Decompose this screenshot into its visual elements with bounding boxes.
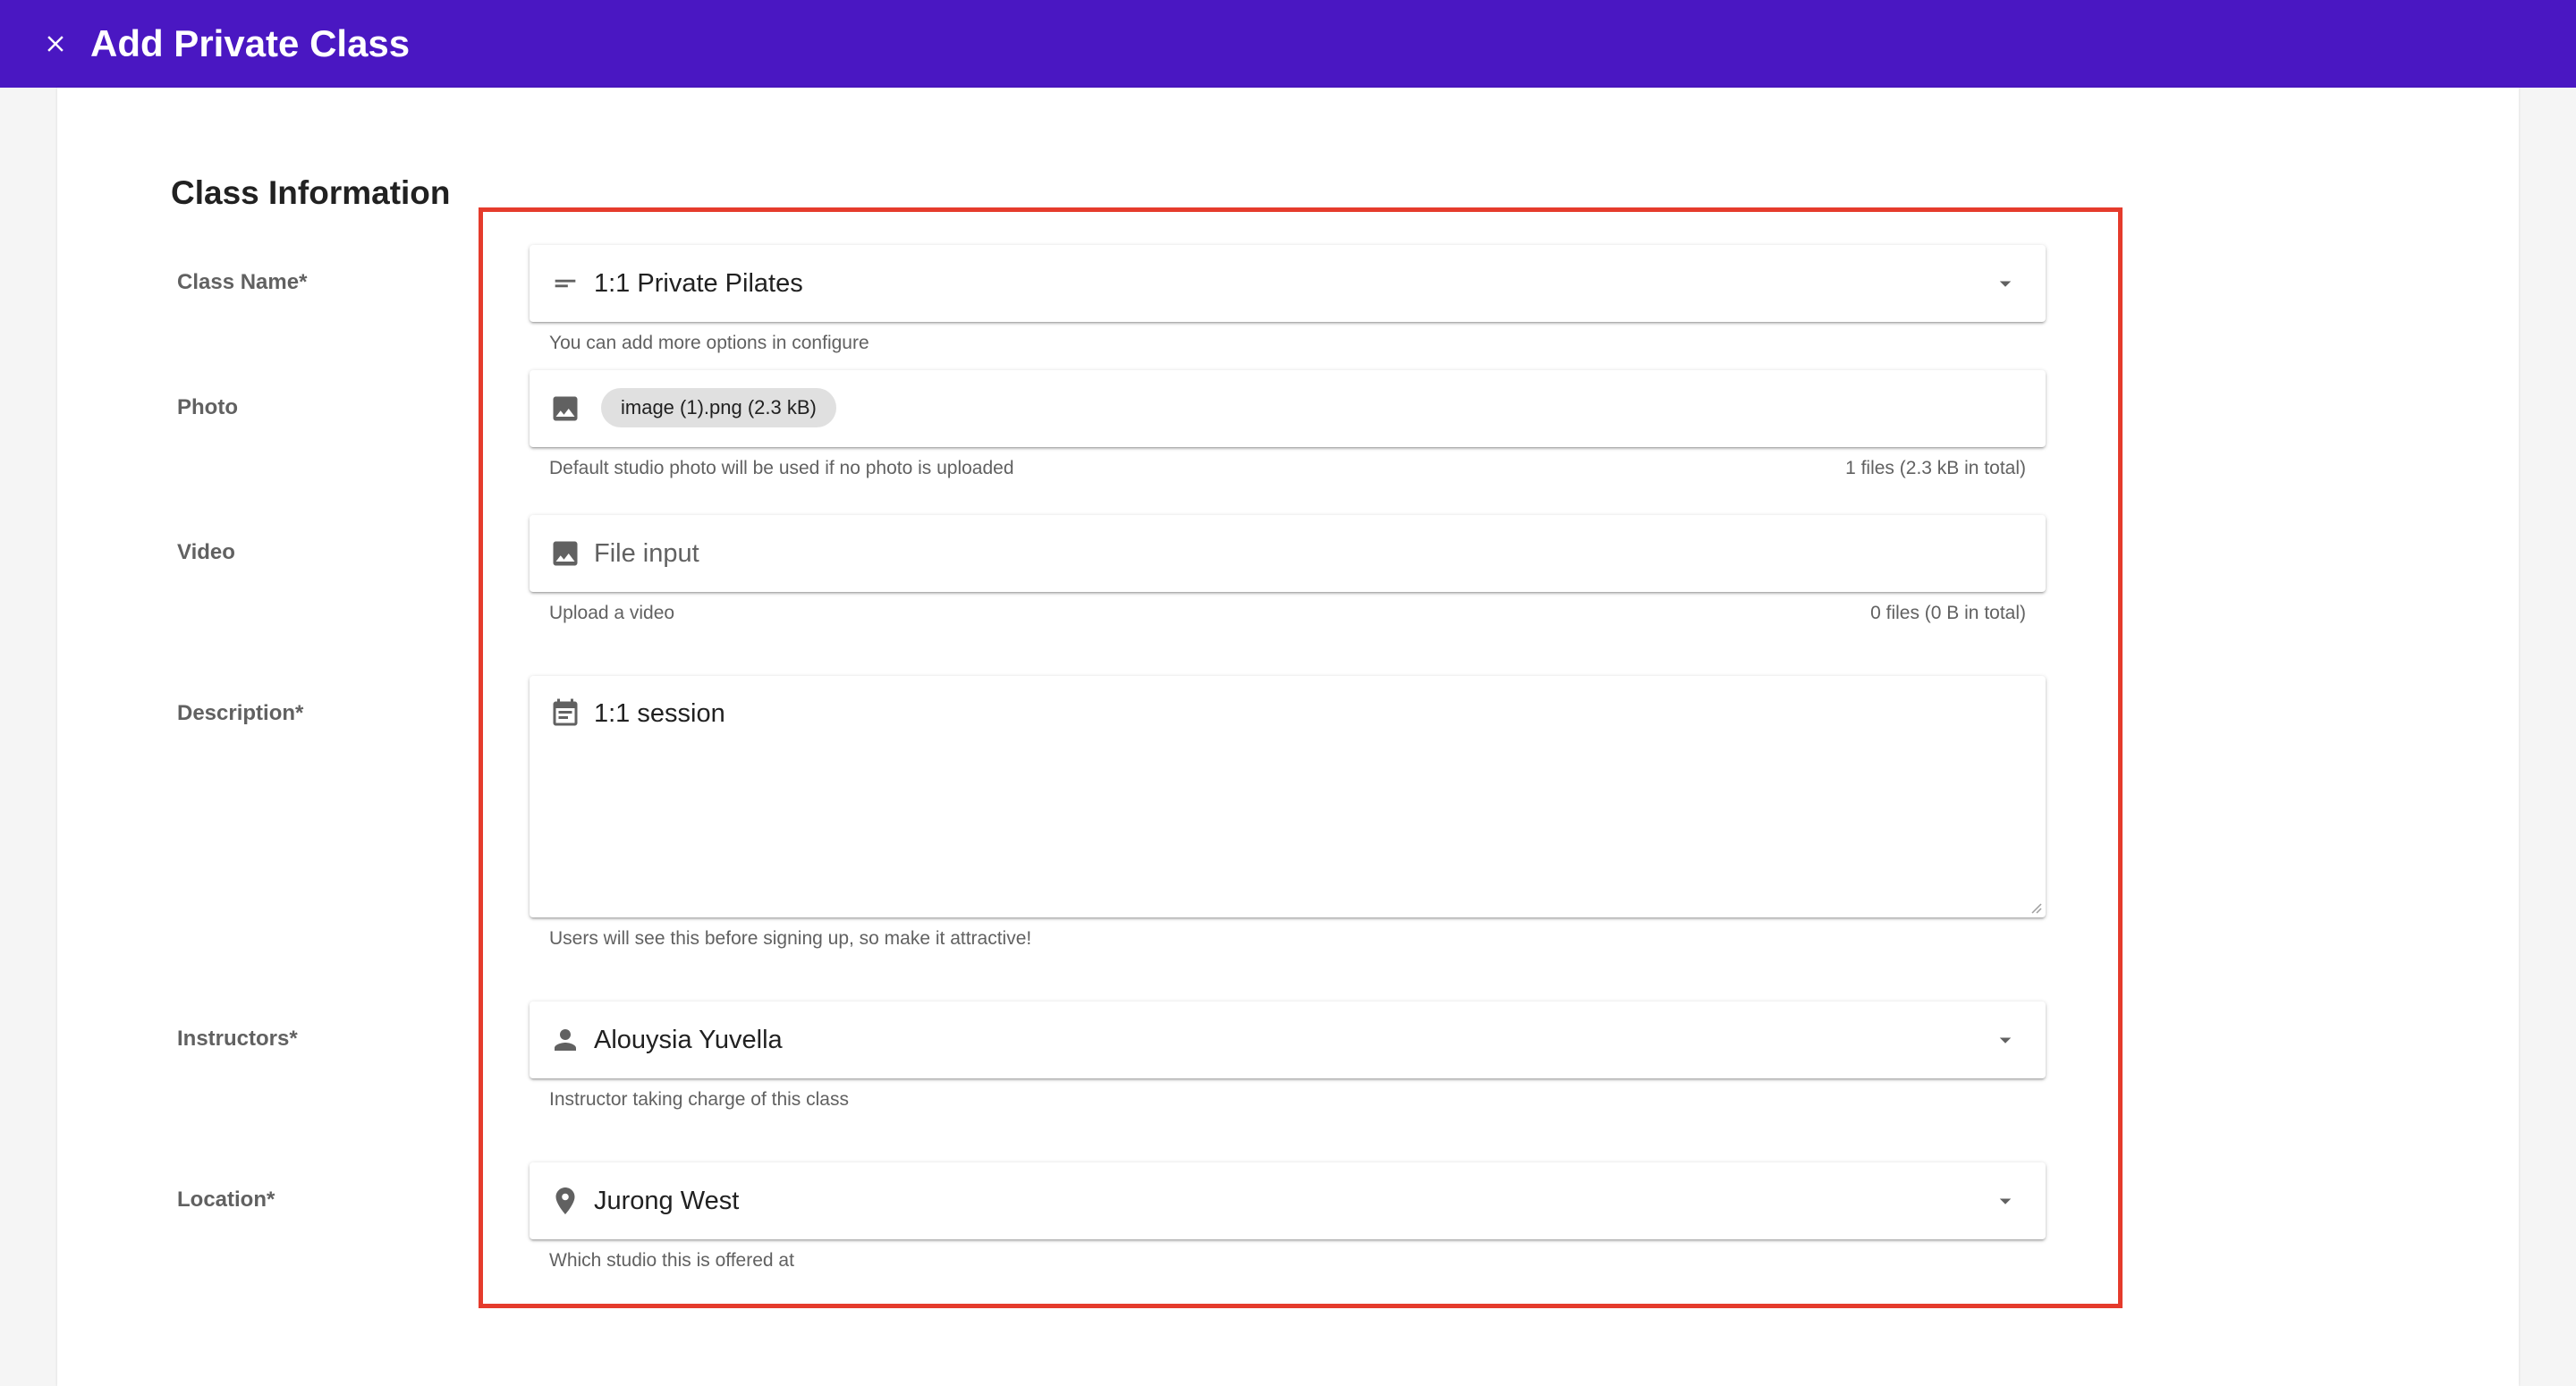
location-select[interactable]: Jurong West (530, 1162, 2046, 1239)
chevron-down-icon[interactable] (1992, 1187, 2019, 1214)
resize-handle-icon[interactable] (2028, 900, 2042, 914)
image-icon (549, 537, 581, 570)
section-title: Class Information (171, 174, 451, 211)
photo-hint: Default studio photo will be used if no … (549, 458, 1014, 478)
video-file-input[interactable]: File input (530, 515, 2046, 592)
instructors-value: Alouysia Yuvella (594, 1026, 783, 1054)
description-textarea[interactable]: 1:1 session (530, 676, 2046, 917)
chevron-down-icon[interactable] (1992, 1027, 2019, 1053)
close-icon[interactable] (39, 28, 72, 60)
photo-file-counter: 1 files (2.3 kB in total) (1845, 458, 2026, 478)
class-name-label: Class Name* (177, 270, 308, 294)
app-bar: Add Private Class (0, 0, 2576, 88)
file-chip[interactable]: image (1).png (2.3 kB) (601, 388, 836, 427)
event-note-icon (549, 697, 581, 730)
photo-label: Photo (177, 395, 238, 419)
location-hint: Which studio this is offered at (549, 1250, 794, 1271)
photo-file-input[interactable]: image (1).png (2.3 kB) (530, 370, 2046, 447)
image-icon (549, 393, 581, 425)
description-label: Description* (177, 701, 304, 725)
instructors-label: Instructors* (177, 1027, 298, 1051)
class-name-select[interactable]: 1:1 Private Pilates (530, 245, 2046, 322)
video-label: Video (177, 540, 235, 564)
description-hint: Users will see this before signing up, s… (549, 928, 1032, 949)
chevron-down-icon[interactable] (1992, 270, 2019, 297)
location-value: Jurong West (594, 1187, 740, 1215)
description-value: 1:1 session (594, 699, 725, 728)
video-placeholder: File input (594, 539, 699, 568)
video-file-counter: 0 files (0 B in total) (1870, 603, 2026, 623)
class-name-value: 1:1 Private Pilates (594, 269, 803, 298)
class-name-hint: You can add more options in configure (549, 333, 869, 353)
instructors-hint: Instructor taking charge of this class (549, 1089, 849, 1110)
location-label: Location* (177, 1187, 275, 1212)
video-hint: Upload a video (549, 603, 675, 623)
location-pin-icon (549, 1185, 581, 1217)
person-icon (549, 1024, 581, 1056)
page-title: Add Private Class (90, 22, 411, 64)
short-text-icon (549, 267, 581, 300)
instructors-select[interactable]: Alouysia Yuvella (530, 1001, 2046, 1078)
